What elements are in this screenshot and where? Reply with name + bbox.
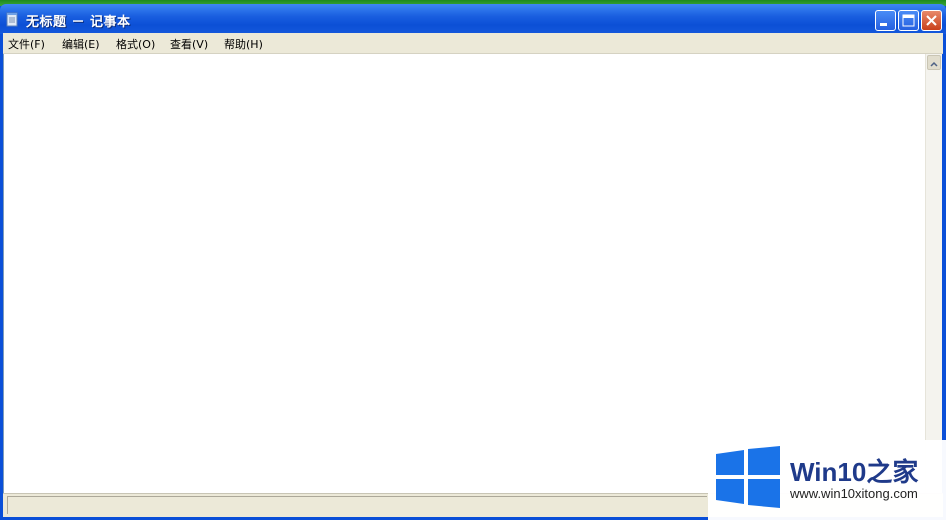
menu-edit[interactable]: 编辑(E) — [62, 36, 100, 52]
watermark-url: www.win10xitong.com — [790, 486, 918, 501]
scroll-up-arrow-icon — [930, 61, 938, 67]
windows-logo-icon — [714, 446, 782, 512]
menu-bar: 文件(F) 编辑(E) 格式(O) 查看(V) 帮助(H) — [3, 33, 943, 54]
text-editor-area[interactable] — [3, 54, 925, 493]
menu-help[interactable]: 帮助(H) — [224, 36, 263, 52]
menu-format[interactable]: 格式(O) — [116, 36, 155, 52]
close-button[interactable] — [921, 10, 942, 31]
minimize-icon — [880, 23, 887, 26]
menu-file[interactable]: 文件(F) — [8, 36, 45, 52]
watermark-title: Win10之家 — [790, 457, 919, 487]
watermark: Win10之家 www.win10xitong.com — [708, 440, 946, 520]
scroll-up-button[interactable] — [927, 55, 941, 70]
status-bar-panel — [7, 496, 707, 514]
notepad-icon — [6, 12, 19, 27]
minimize-button[interactable] — [875, 10, 896, 31]
vertical-scrollbar[interactable] — [925, 54, 942, 493]
menu-view[interactable]: 查看(V) — [170, 36, 208, 52]
maximize-button[interactable] — [898, 10, 919, 31]
title-bar[interactable]: 无标题 － 记事本 — [0, 4, 946, 34]
close-icon — [926, 15, 937, 26]
maximize-icon — [902, 14, 915, 27]
window-title: 无标题 － 记事本 — [26, 15, 131, 30]
